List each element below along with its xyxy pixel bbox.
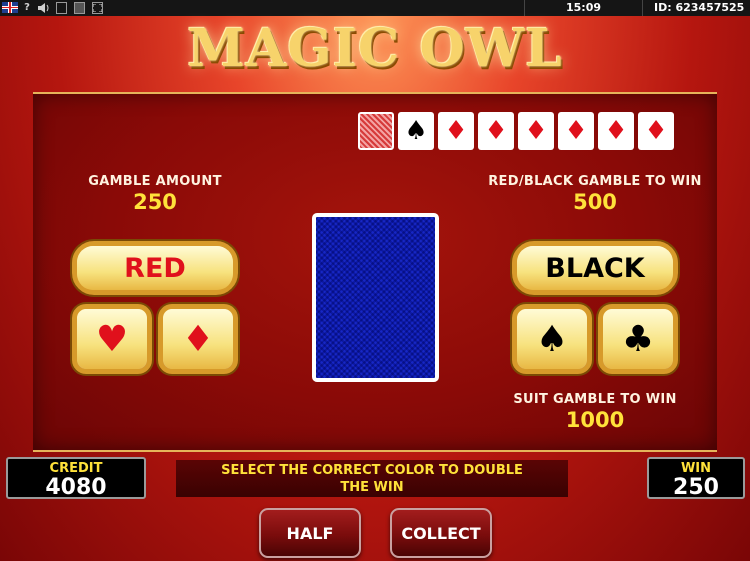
clubs-button[interactable]: ♣: [598, 304, 678, 374]
credit-value: 4080: [45, 475, 107, 500]
history-card: ♠: [398, 112, 434, 150]
clubs-icon: ♣: [603, 309, 673, 369]
diamonds-button[interactable]: ♦: [158, 304, 238, 374]
suit-gamble-win-label: SUIT GAMBLE TO WIN: [513, 392, 677, 407]
gamble-amount-label: GAMBLE AMOUNT: [88, 174, 222, 189]
hearts-icon: ♥: [77, 309, 147, 369]
window-icon[interactable]: [56, 2, 67, 14]
uk-flag-icon[interactable]: [2, 2, 18, 13]
credit-label: CREDIT: [49, 461, 103, 476]
stop-icon[interactable]: [74, 2, 85, 14]
divider: [642, 0, 643, 16]
gamble-amount-value: 250: [133, 190, 177, 214]
red-button-label: RED: [77, 246, 233, 290]
spades-button[interactable]: ♠: [512, 304, 592, 374]
color-gamble-win-label: RED/BLACK GAMBLE TO WIN: [488, 174, 702, 189]
game-logo: MAGIC OWL: [187, 18, 563, 79]
win-label: WIN: [680, 461, 712, 476]
diamonds-icon: ♦: [163, 309, 233, 369]
clock: 15:09: [566, 1, 602, 14]
history-card: ♦: [558, 112, 594, 150]
suit-gamble-win-value: 1000: [565, 408, 625, 432]
history-card: ♦: [478, 112, 514, 150]
history-card: ♦: [518, 112, 554, 150]
collect-button[interactable]: COLLECT: [390, 508, 492, 558]
history-card: ♦: [438, 112, 474, 150]
message-line-2: THE WIN: [340, 480, 404, 495]
win-box: WIN 250: [647, 457, 745, 500]
hearts-button[interactable]: ♥: [72, 304, 152, 374]
half-button[interactable]: HALF: [259, 508, 361, 558]
history-card: ♦: [598, 112, 634, 150]
face-down-card: [312, 213, 439, 382]
color-gamble-win-value: 500: [573, 190, 617, 214]
message-line-1: SELECT THE CORRECT COLOR TO DOUBLE: [221, 463, 523, 478]
sound-icon[interactable]: [38, 2, 50, 14]
black-button[interactable]: BLACK: [512, 241, 678, 295]
history-card: [358, 112, 394, 150]
card-history: ♠ ♦ ♦ ♦ ♦ ♦ ♦: [358, 112, 674, 150]
credit-box: CREDIT 4080: [6, 457, 146, 500]
red-button[interactable]: RED: [72, 241, 238, 295]
black-button-label: BLACK: [517, 246, 673, 290]
instruction-message: SELECT THE CORRECT COLOR TO DOUBLE THE W…: [176, 460, 568, 497]
history-card: ♦: [638, 112, 674, 150]
spades-icon: ♠: [517, 309, 587, 369]
fullscreen-icon[interactable]: [92, 2, 103, 14]
session-id: ID: 623457525: [654, 1, 745, 14]
help-icon[interactable]: ?: [22, 2, 32, 14]
win-value: 250: [673, 475, 719, 500]
